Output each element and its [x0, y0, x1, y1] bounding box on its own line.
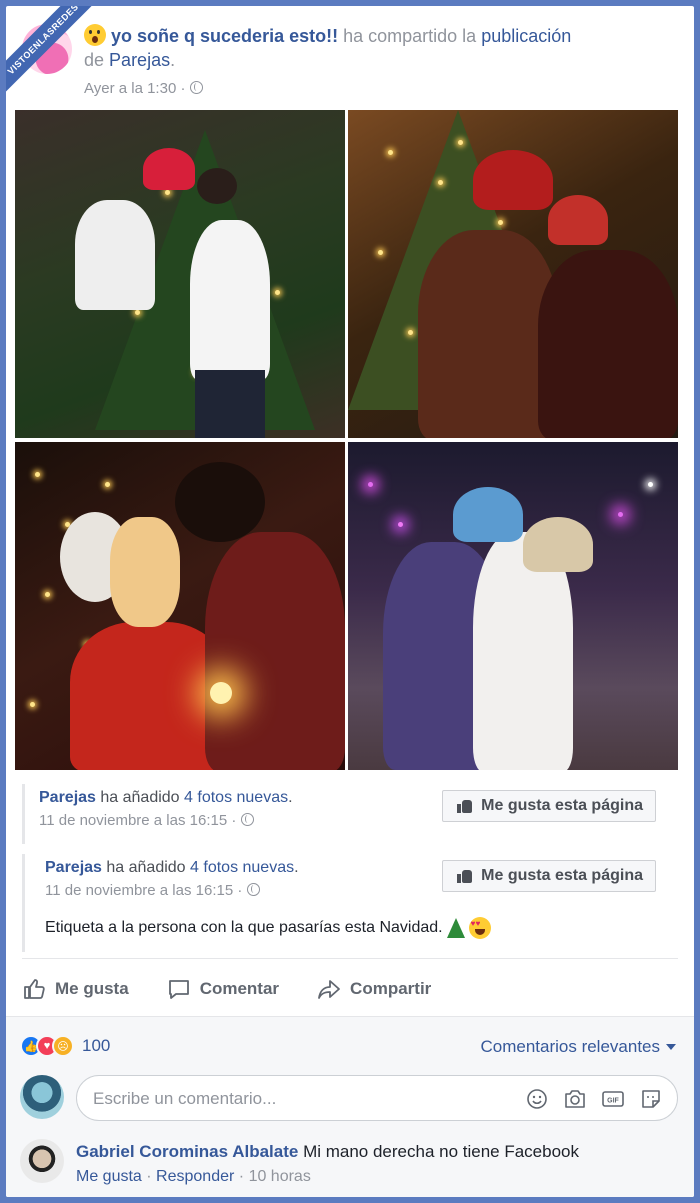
page-link[interactable]: Parejas	[45, 859, 102, 876]
svg-text:GIF: GIF	[607, 1098, 619, 1105]
comment-body: Gabriel Corominas Albalate Mi mano derec…	[76, 1141, 579, 1163]
christmas-tree-icon	[446, 918, 465, 938]
shared-post-2: Parejas ha añadido 4 fotos nuevas. 11 de…	[22, 854, 672, 952]
page-name-link[interactable]: Parejas	[109, 50, 170, 70]
share-button[interactable]: Compartir	[317, 977, 431, 1001]
speech-bubble-icon	[168, 980, 189, 999]
like-page-button[interactable]: Me gusta esta página	[442, 790, 656, 822]
thumbs-up-icon	[457, 799, 473, 813]
like-page-button[interactable]: Me gusta esta página	[442, 860, 656, 892]
photo-grid	[15, 110, 678, 770]
shared-body-text: Etiqueta a la persona con la que pasaría…	[45, 919, 443, 936]
like-button[interactable]: Me gusta	[22, 977, 129, 1001]
separator: ·	[146, 1168, 152, 1185]
separator: ·	[231, 812, 237, 829]
divider	[22, 958, 678, 959]
like-page-label: Me gusta esta página	[481, 867, 643, 884]
photos-count-link[interactable]: 4 fotos nuevas	[184, 789, 288, 806]
commenter-name-link[interactable]: Gabriel Corominas Albalate	[76, 1142, 298, 1161]
post-headline: yo soñe q sucederia esto!! ha compartido…	[84, 24, 644, 72]
comment-meta: Me gusta · Responder · 10 horas	[76, 1168, 311, 1186]
globe-icon	[240, 813, 254, 826]
caret-down-icon	[666, 1044, 676, 1050]
photo-couple-candle[interactable]	[15, 442, 345, 770]
composer-icons: GIF	[525, 1087, 663, 1111]
page-link[interactable]: Parejas	[39, 789, 96, 806]
photos-count-link[interactable]: 4 fotos nuevas	[190, 859, 294, 876]
thumbs-up-icon	[457, 869, 473, 883]
separator: ·	[238, 1168, 245, 1185]
comment-time[interactable]: 10 horas	[249, 1168, 311, 1185]
period-text: .	[288, 789, 293, 806]
share-label: Compartir	[350, 979, 432, 998]
period-text: .	[170, 50, 176, 70]
separator: ·	[237, 882, 243, 899]
publication-link[interactable]: publicación	[481, 26, 571, 46]
of-text: de	[84, 50, 105, 70]
sad-reaction-icon: ☹	[52, 1035, 74, 1057]
post-timestamp: Ayer a la 1:30 ·	[84, 80, 203, 97]
comments-section: 👍 ♥ ☹ 100 Comentarios relevantes Escribe…	[6, 1016, 694, 1197]
separator: ·	[180, 80, 186, 97]
thumbs-up-icon	[24, 979, 45, 999]
shared-post-1: Parejas ha añadido 4 fotos nuevas. 11 de…	[22, 784, 672, 844]
like-label: Me gusta	[55, 979, 129, 998]
comment-reply-link[interactable]: Responder	[156, 1168, 234, 1185]
heart-eyes-icon	[468, 917, 491, 939]
camera-icon[interactable]	[563, 1087, 587, 1111]
sort-label: Comentarios relevantes	[480, 1037, 660, 1056]
reactions-summary[interactable]: 👍 ♥ ☹ 100	[20, 1035, 110, 1057]
added-text: ha añadido	[106, 859, 186, 876]
photo-couple-santa-hats[interactable]	[348, 110, 678, 438]
commenter-avatar[interactable]	[20, 1139, 64, 1183]
shared-body: Etiqueta a la persona con la que pasaría…	[45, 917, 672, 939]
post-header: yo soñe q sucederia esto!! ha compartido…	[22, 18, 678, 98]
like-page-label: Me gusta esta página	[481, 797, 643, 814]
period-text: .	[294, 859, 299, 876]
comment-button[interactable]: Comentar	[167, 977, 279, 1001]
reactions-count[interactable]: 100	[82, 1036, 110, 1056]
action-bar: Me gusta Comentar Compartir	[22, 964, 431, 1014]
smiley-icon[interactable]	[525, 1087, 549, 1111]
comment-placeholder: Escribe un comentario...	[93, 1089, 277, 1108]
author-name-link[interactable]: yo soñe q sucederia esto!!	[111, 26, 338, 46]
globe-icon	[246, 883, 260, 896]
added-text: ha añadido	[100, 789, 180, 806]
shared-action-text: ha compartido la	[343, 26, 477, 46]
comments-sort-dropdown[interactable]: Comentarios relevantes	[480, 1037, 676, 1057]
photo-couple-night-lights[interactable]	[348, 442, 678, 770]
photo-couple-ladder-tree[interactable]	[15, 110, 345, 438]
astonished-face-icon	[84, 24, 106, 46]
post-card: VISTOENLASREDES yo soñe q sucederia esto…	[6, 6, 694, 1197]
globe-icon	[189, 81, 203, 94]
timestamp-link[interactable]: Ayer a la 1:30	[84, 80, 176, 97]
sticker-icon[interactable]	[639, 1087, 663, 1111]
comment-like-link[interactable]: Me gusta	[76, 1168, 142, 1185]
timestamp-link[interactable]: 11 de noviembre a las 16:15	[45, 882, 233, 899]
comment-input[interactable]: Escribe un comentario... GIF	[76, 1075, 678, 1121]
comment-label: Comentar	[199, 979, 280, 998]
current-user-avatar[interactable]	[20, 1075, 64, 1119]
share-arrow-icon	[318, 980, 340, 999]
comment-text: Mi mano derecha no tiene Facebook	[303, 1142, 580, 1161]
timestamp-link[interactable]: 11 de noviembre a las 16:15	[39, 812, 227, 829]
gif-icon[interactable]: GIF	[601, 1087, 625, 1111]
